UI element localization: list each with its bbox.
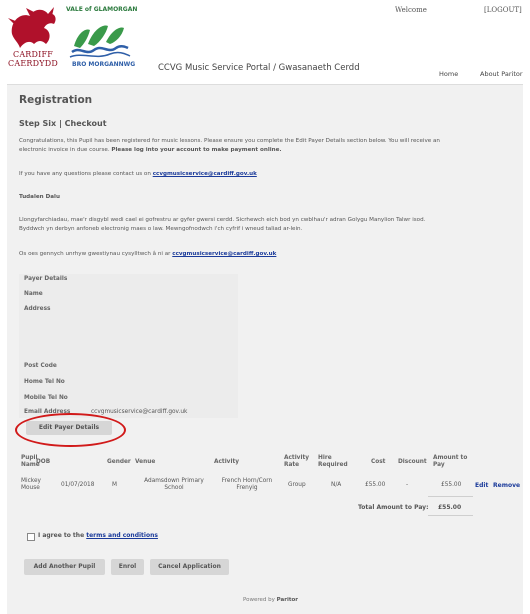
cardiff-logo-line-2: CAERDYDD xyxy=(8,59,58,68)
contact-email-link-en[interactable]: ccvgmusicservice@cardiff.gov.uk xyxy=(153,171,257,177)
post-code-label: Post Code xyxy=(24,363,57,369)
welcome-text: Welcome xyxy=(395,6,427,14)
activity-cell: French Horn/Corn Frenyig xyxy=(214,478,280,492)
agree-terms-checkbox[interactable] xyxy=(27,533,35,541)
venue-line-2: School xyxy=(164,485,184,491)
contact-email-link-cy[interactable]: ccvgmusicservice@cardiff.gov.uk xyxy=(172,251,276,257)
welsh-text-2: Byddwch yn derbyn anfoneb electronig mae… xyxy=(19,226,303,232)
main-content: Registration Step Six | Checkout Congrat… xyxy=(7,84,523,614)
powered-by-text: Powered by xyxy=(243,597,275,603)
gender-cell: M xyxy=(112,482,118,488)
payer-details-heading: Payer Details xyxy=(24,276,68,282)
enrol-button[interactable]: Enrol xyxy=(111,559,144,575)
col-hire-line-2: Required xyxy=(318,462,348,468)
col-amount-to-pay: Amount to Pay xyxy=(433,455,467,469)
questions-cy: Os oes gennych unrhyw gwestiynau cysyllt… xyxy=(19,250,519,259)
site-header: CARDIFF CAERDYDD VALE of GLAMORGAN BRO M… xyxy=(0,0,530,82)
pupil-name-cell: Mickey Mouse xyxy=(21,478,41,492)
dob-cell: 01/07/2018 xyxy=(61,482,95,488)
cost-cell: £55.00 xyxy=(365,482,386,488)
highlight-circle xyxy=(15,413,126,447)
amount-divider-bottom xyxy=(428,515,473,516)
questions-en: If you have any questions please contact… xyxy=(19,170,519,179)
cardiff-logo-line-1: CARDIFF xyxy=(13,50,53,59)
questions-cy-text: Os oes gennych unrhyw gwestiynau cysyllt… xyxy=(19,251,171,257)
total-amount-value: £55.00 xyxy=(438,504,462,511)
welsh-text-1: Llongyfarchiadau, mae'r disgybl wedi cae… xyxy=(19,217,426,223)
edit-pupil-link[interactable]: Edit xyxy=(475,482,488,489)
activity-line-2: Frenyig xyxy=(236,485,258,491)
venue-cell: Adamsdown Primary School xyxy=(136,478,212,492)
col-venue: Venue xyxy=(135,459,156,465)
nav-about-paritor[interactable]: About Paritor xyxy=(480,70,523,78)
agree-terms-label: I agree to the terms and conditions xyxy=(38,532,158,539)
vale-of-glamorgan-logo: VALE of GLAMORGAN BRO MORGANNWG xyxy=(66,6,138,68)
col-activity: Activity xyxy=(214,459,239,465)
venue-line-1: Adamsdown Primary xyxy=(144,478,204,484)
pupil-first-name: Mickey xyxy=(21,478,41,484)
vog-logo-bottom-text: BRO MORGANNWG xyxy=(72,61,136,68)
rate-cell: Group xyxy=(288,482,306,488)
amount-cell: £55.00 xyxy=(441,482,462,488)
congrats-text-1: Congratulations, this Pupil has been reg… xyxy=(19,138,440,144)
col-activity-rate: Activity Rate xyxy=(284,455,309,469)
total-amount-label: Total Amount to Pay: xyxy=(358,504,429,511)
cancel-application-button[interactable]: Cancel Application xyxy=(150,559,229,575)
portal-title: CCVG Music Service Portal / Gwasanaeth C… xyxy=(158,63,360,73)
powered-by: Powered by Paritor xyxy=(243,597,298,603)
col-dob: DOB xyxy=(36,459,51,465)
add-another-pupil-button[interactable]: Add Another Pupil xyxy=(24,559,105,575)
congrats-paragraph: Congratulations, this Pupil has been reg… xyxy=(19,137,519,155)
agree-prefix: I agree to the xyxy=(38,532,85,539)
col-cost: Cost xyxy=(371,459,386,465)
discount-cell: - xyxy=(406,482,409,488)
tudalen-dalu: Tudalen Dalu xyxy=(19,194,60,200)
congrats-text-bold: Please log into your account to make pay… xyxy=(111,147,282,153)
questions-en-text: If you have any questions please contact… xyxy=(19,171,151,177)
activity-line-1: French Horn/Corn xyxy=(221,478,273,484)
address-label: Address xyxy=(24,306,51,312)
pupil-last-name: Mouse xyxy=(21,485,40,491)
page-title: Registration xyxy=(19,94,93,106)
remove-pupil-link[interactable]: Remove xyxy=(493,482,520,489)
col-hire-required: Hire Required xyxy=(318,455,348,469)
email-value: ccvgmusicservice@cardiff.gov.uk xyxy=(91,409,188,415)
col-rate-line-1: Activity xyxy=(284,455,309,461)
vog-logo-top-text: VALE of GLAMORGAN xyxy=(66,6,138,13)
nav-home[interactable]: Home xyxy=(439,70,458,78)
name-label: Name xyxy=(24,291,43,297)
terms-and-conditions-link[interactable]: terms and conditions xyxy=(86,532,158,539)
col-rate-line-2: Rate xyxy=(284,462,300,468)
col-amount-line-2: Pay xyxy=(433,462,445,468)
hire-cell: N/A xyxy=(331,482,342,488)
welsh-paragraph: Llongyfarchiadau, mae'r disgybl wedi cae… xyxy=(19,216,519,234)
paritor-brand: Paritor xyxy=(276,597,298,603)
home-tel-label: Home Tel No xyxy=(24,379,65,385)
col-gender: Gender xyxy=(107,459,131,465)
amount-divider-top xyxy=(428,496,473,497)
col-amount-line-1: Amount to xyxy=(433,455,468,461)
congrats-text-2: electronic invoice in due course. xyxy=(19,147,110,153)
col-discount: Discount xyxy=(398,459,427,465)
cardiff-logo-text: CARDIFF CAERDYDD xyxy=(2,50,64,68)
col-hire-line-1: Hire xyxy=(318,455,332,461)
mobile-tel-label: Mobile Tel No xyxy=(24,395,68,401)
logout-link[interactable]: [LOGOUT] xyxy=(484,6,522,14)
step-heading: Step Six | Checkout xyxy=(19,119,107,128)
